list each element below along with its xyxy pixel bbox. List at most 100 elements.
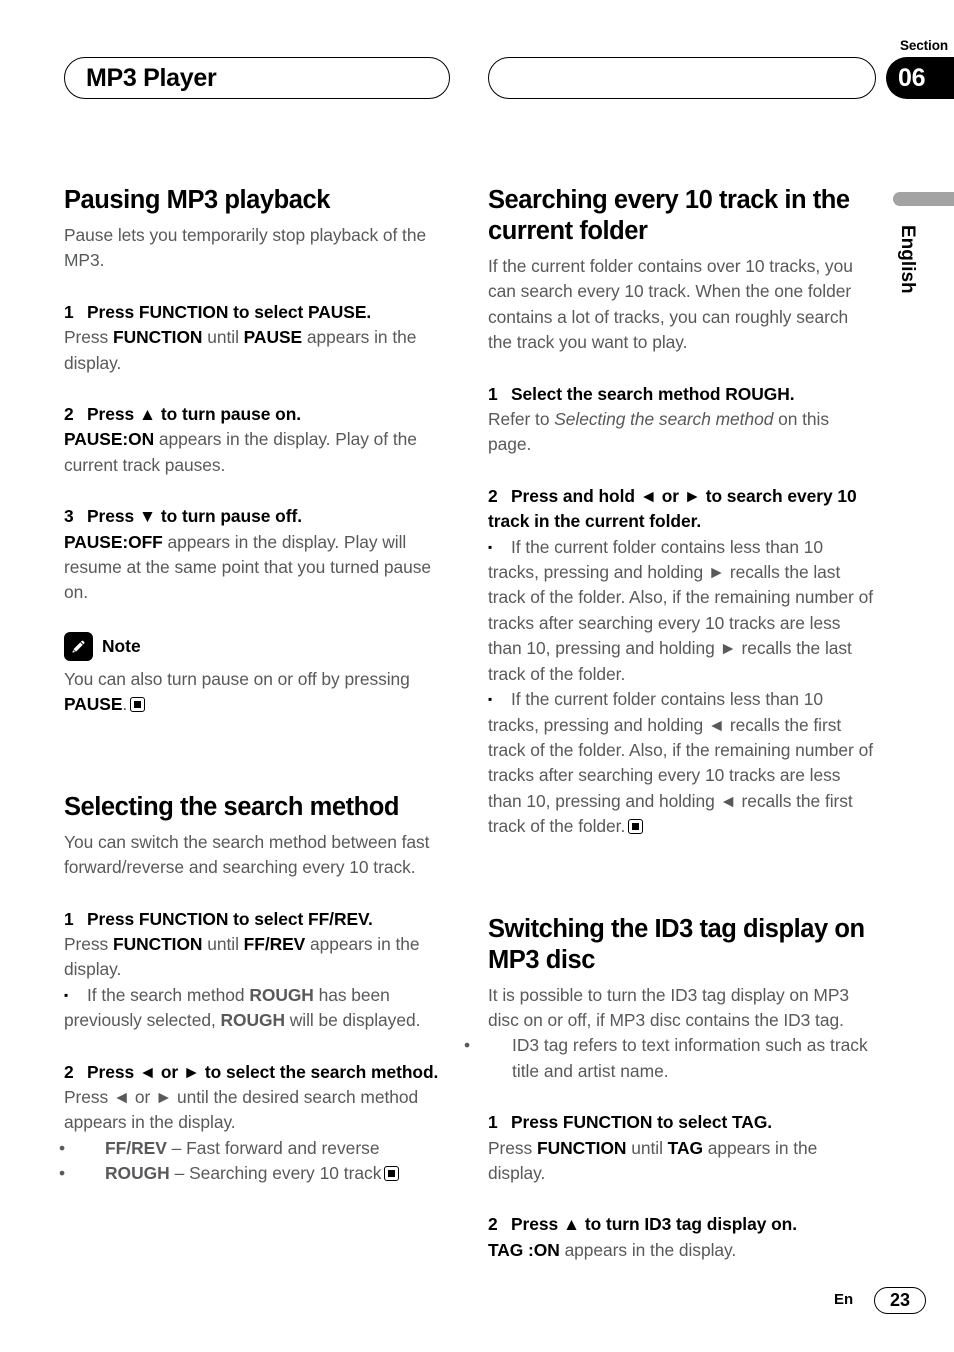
intro-selecting: You can switch the search method between… <box>64 831 430 878</box>
step-1-pause-body: Press FUNCTION until PAUSE appears in th… <box>64 325 450 376</box>
step-2-select-method-body: Press ◄ or ► until the desired search me… <box>64 1086 419 1133</box>
emph-pause-btn: PAUSE <box>64 694 123 715</box>
emph-tag: TAG <box>667 1137 703 1158</box>
step-2-pause-body: PAUSE:ON appears in the display. Play of… <box>64 427 450 478</box>
emph-function: FUNCTION <box>537 1137 627 1158</box>
language-tab-label: English <box>897 225 918 294</box>
txt: Press <box>488 1137 537 1158</box>
step-1-tag-title: 1 Press FUNCTION to select TAG. <box>488 1110 874 1135</box>
step-text: Press and hold ◄ or ► to search every 10… <box>488 485 857 532</box>
step-2-tag-on-body: TAG :ON appears in the display. <box>488 1238 874 1263</box>
header-pill-right <box>488 57 876 99</box>
step-number: 1 <box>488 1112 498 1133</box>
txt: Press <box>64 327 113 348</box>
heading-selecting-search-method: Selecting the search method <box>64 792 400 821</box>
dot-bullet-icon: • <box>464 1035 471 1056</box>
txt: Refer to <box>488 409 555 430</box>
bullet-last-track: ▪ If the current folder contains less tha… <box>488 535 874 687</box>
dot-bullet-icon: • <box>59 1137 66 1158</box>
emph-rough: ROUGH <box>220 1010 286 1031</box>
txt: ID3 tag refers to text information such … <box>512 1035 868 1081</box>
dot-bullet-icon: • <box>59 1163 66 1184</box>
step-text: Press FUNCTION to select TAG. <box>511 1112 773 1133</box>
bullet-first-track: ▪ If the current folder contains less tha… <box>488 687 874 839</box>
right-column: Searching every 10 track in the current … <box>464 185 874 1263</box>
txt: You can also turn pause on or off by pre… <box>64 668 410 689</box>
txt: appears in the display. <box>559 1239 737 1260</box>
footer-language-code: En <box>834 1291 854 1308</box>
heading-pausing-mp3-playback: Pausing MP3 playback <box>64 186 330 214</box>
step-text: Press ▲ to turn pause on. <box>87 404 302 425</box>
step-1-select-rough-title: 1 Select the search method ROUGH. <box>488 382 874 407</box>
emph-tag-on: TAG :ON <box>488 1239 560 1260</box>
square-bullet-icon: ▪ <box>64 987 69 1002</box>
step-number: 1 <box>64 908 74 929</box>
language-tab-marker <box>893 192 954 206</box>
section-label: Section <box>899 38 948 53</box>
step-1-select-rough-body: Refer to Selecting the search method on … <box>488 407 874 458</box>
step-text: Press ◄ or ► to select the search method… <box>87 1061 439 1082</box>
end-of-section-marker-icon <box>628 819 644 835</box>
step-1-pause-title: 1 Press FUNCTION to select PAUSE. <box>64 300 450 325</box>
txt: . <box>122 694 128 715</box>
intro-id3: It is possible to turn the ID3 tag displ… <box>488 984 850 1030</box>
txt: Press <box>64 933 113 954</box>
pencil-note-icon <box>64 631 93 661</box>
option-term: FF/REV <box>105 1137 167 1158</box>
note-header: Note <box>64 631 450 661</box>
bullet-id3-definition: • ID3 tag refers to text information such… <box>464 1033 874 1084</box>
step-text: Press FUNCTION to select FF/REV. <box>87 908 373 929</box>
emph-function: FUNCTION <box>113 933 203 954</box>
step-2-pause-title: 2 Press ▲ to turn pause on. <box>64 402 450 427</box>
step-1-tag-body: Press FUNCTION until TAG appears in the … <box>488 1136 874 1187</box>
intro-pausing: Pause lets you temporarily stop playback… <box>64 225 427 271</box>
note-text: You can also turn pause on or off by pre… <box>64 667 450 718</box>
cross-reference: Selecting the search method <box>554 409 774 430</box>
step-number: 2 <box>64 1061 74 1082</box>
emph-pause-off: PAUSE:OFF <box>64 531 163 552</box>
step-1-ffrev-title: 1 Press FUNCTION to select FF/REV. <box>64 907 450 932</box>
step-3-pause-title: 3 Press ▼ to turn pause off. <box>64 504 450 529</box>
step-1-ffrev-body: Press FUNCTION until FF/REV appears in t… <box>64 932 450 983</box>
intro-searching: If the current folder contains over 10 t… <box>488 256 853 353</box>
step-2-press-hold-title: 2 Press and hold ◄ or ► to search every 1… <box>488 484 874 535</box>
step-number: 2 <box>488 485 498 506</box>
txt: will be displayed. <box>285 1010 421 1031</box>
step-number: 1 <box>488 383 498 404</box>
emph-pause-on: PAUSE:ON <box>64 429 155 450</box>
step-2-tag-on-title: 2 Press ▲ to turn ID3 tag display on. <box>488 1212 874 1237</box>
step-number: 1 <box>64 301 74 322</box>
footer-page-number: 23 <box>874 1287 926 1314</box>
emph-pause: PAUSE <box>243 327 303 348</box>
option-ffrev: • FF/REV – Fast forward and reverse <box>59 1136 450 1161</box>
left-column: Pausing MP3 playback Pause lets you temp… <box>59 185 450 1187</box>
square-bullet-icon: ▪ <box>488 539 493 554</box>
txt: until <box>202 933 244 954</box>
option-desc: – Searching every 10 track <box>169 1163 382 1184</box>
option-term: ROUGH <box>105 1163 170 1184</box>
option-desc: – Fast forward and reverse <box>166 1137 380 1158</box>
emph-ffrev: FF/REV <box>243 933 306 954</box>
section-number-badge: 06 <box>886 57 954 99</box>
option-rough: • ROUGH – Searching every 10 track <box>59 1161 450 1186</box>
bullet-rough-note: ▪ If the search method ROUGH has been pre… <box>64 983 450 1034</box>
txt: If the current folder contains less than… <box>488 536 873 684</box>
step-text: Press ▲ to turn ID3 tag display on. <box>511 1214 798 1235</box>
emph-function: FUNCTION <box>113 327 203 348</box>
step-3-pause-body: PAUSE:OFF appears in the display. Play w… <box>64 530 450 606</box>
txt: If the search method <box>87 984 250 1005</box>
heading-searching-every-10-track: Searching every 10 track in the current … <box>488 186 850 245</box>
step-2-select-method-title: 2 Press ◄ or ► to select the search metho… <box>64 1060 450 1085</box>
step-number: 2 <box>488 1214 498 1235</box>
square-bullet-icon: ▪ <box>488 692 493 707</box>
txt: until <box>202 327 244 348</box>
step-text: Select the search method ROUGH. <box>511 383 795 404</box>
txt: until <box>626 1137 668 1158</box>
txt: If the current folder contains less than… <box>488 689 873 837</box>
heading-switching-id3-tag: Switching the ID3 tag display on MP3 dis… <box>488 914 865 974</box>
page-title: MP3 Player <box>86 64 217 92</box>
end-of-section-marker-icon <box>130 697 146 713</box>
note-label: Note <box>102 635 141 656</box>
step-number: 3 <box>64 506 74 527</box>
end-of-section-marker-icon <box>384 1166 400 1182</box>
